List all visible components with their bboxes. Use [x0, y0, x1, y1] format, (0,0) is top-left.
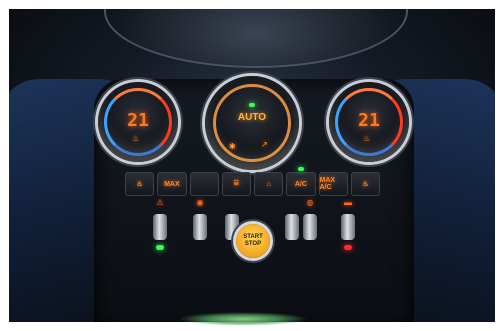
ac-button[interactable]: A/C: [286, 167, 316, 196]
start-stop-button[interactable]: START STOP: [236, 224, 270, 258]
start-stop-label: START STOP: [243, 234, 263, 247]
max-defrost-icon: MAX: [164, 180, 180, 188]
right-temp-readout: 21: [358, 110, 380, 131]
right-temp-knob[interactable]: 21 ♨: [329, 82, 409, 162]
seat-heat-right-button[interactable]: ♨: [350, 172, 380, 196]
seat-heat-left-icon: ♨: [136, 181, 143, 188]
auto-led: [249, 103, 255, 107]
hazard-icon: ⚠: [156, 198, 164, 207]
indicator-glow: [344, 245, 352, 250]
max-ac-icon: MAX A/C: [319, 177, 336, 191]
lamp-icon: ◍: [306, 198, 314, 207]
recirculation-button[interactable]: ⌂: [254, 172, 284, 196]
tire-pressure-toggle[interactable]: ◉: [190, 198, 210, 246]
center-fan-knob[interactable]: AUTO ✱ ↗: [205, 76, 299, 170]
hazard-toggle[interactable]: ⚠: [150, 198, 170, 250]
gear-selector-glow: [178, 312, 308, 326]
toggle-cap: [303, 214, 317, 240]
display-housing: [104, 9, 408, 68]
fan-icon: ✱: [229, 142, 236, 151]
blank-button-button[interactable]: [189, 172, 219, 196]
rear-defrost-button[interactable]: ⌸: [221, 172, 251, 196]
window-icon: ▬: [344, 198, 352, 207]
toggle-cap: [153, 214, 167, 240]
image-frame: 21 ♨ AUTO ✱ ↗ 21 ♨ ♨ MAX ⌸ ⌂ A/C MAX A/C ♨ ⚠ ◉ ◍…: [0, 0, 504, 331]
seat-heat-left-button[interactable]: ♨: [125, 172, 155, 196]
tire-pressure-icon: ◉: [196, 198, 204, 207]
amber-ring: [213, 84, 291, 162]
toggle-cap: [285, 214, 299, 240]
rear-defrost-icon: ⌸: [234, 180, 239, 187]
status-led: [297, 167, 304, 171]
seat-icon: ♨: [363, 134, 371, 143]
auto-label: AUTO: [237, 112, 267, 123]
max-defrost-button[interactable]: MAX: [157, 172, 187, 196]
ac-icon: A/C: [294, 180, 307, 188]
window-toggle[interactable]: ▬: [338, 198, 358, 250]
seat-icon: ♨: [132, 134, 140, 143]
toggle-cap: [193, 214, 207, 240]
indicator-glow: [156, 245, 164, 250]
climate-button-row: ♨ MAX ⌸ ⌂ A/C MAX A/C ♨: [125, 167, 380, 196]
toggle-cap: [341, 214, 355, 240]
blank-toggle-toggle[interactable]: [282, 198, 302, 246]
left-temp-knob[interactable]: 21 ♨: [98, 82, 178, 162]
recirculation-icon: ⌂: [266, 180, 271, 188]
max-ac-button[interactable]: MAX A/C: [318, 172, 348, 196]
left-temp-readout: 21: [127, 110, 149, 131]
lamp-toggle[interactable]: ◍: [300, 198, 320, 246]
airflow-icon: ↗: [261, 140, 268, 149]
seat-heat-right-icon: ♨: [362, 181, 369, 188]
